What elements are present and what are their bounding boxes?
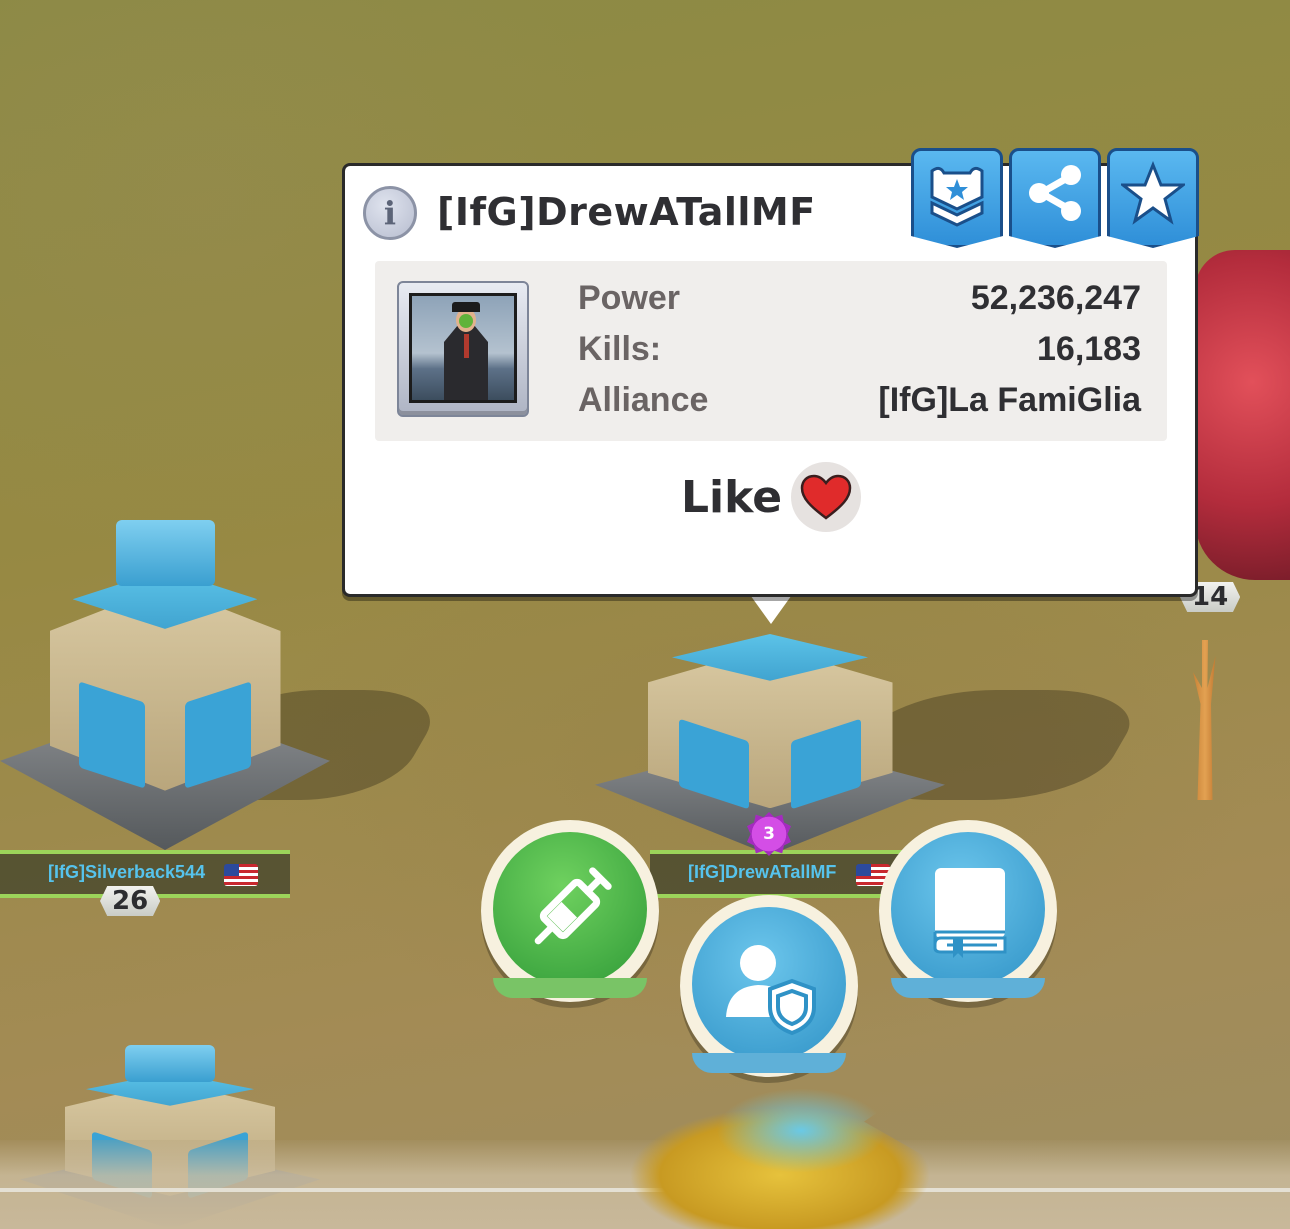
player-name-label: [IfG]Silverback544 <box>48 862 206 882</box>
nameplate-drewatallmf[interactable]: [IfG]DrewATallMF <box>650 850 910 898</box>
protect-player-button[interactable] <box>680 895 858 1077</box>
player-info-popup: i [IfG]DrewATallMF Power 52,236,247 Kill… <box>342 148 1199 597</box>
heart-icon <box>800 474 852 520</box>
monster-creature[interactable] <box>1195 250 1290 580</box>
stat-label-power: Power <box>578 279 681 317</box>
share-button[interactable] <box>1009 148 1101 248</box>
rank-button[interactable] <box>911 148 1003 248</box>
like-row: Like <box>345 462 1195 534</box>
star-icon <box>1121 161 1185 225</box>
stat-value-alliance: [IfG]La FamiGlia <box>878 381 1141 419</box>
stat-label-kills: Kills: <box>578 330 662 368</box>
player-stats-panel: Power 52,236,247 Kills: 16,183 Alliance … <box>375 261 1167 441</box>
popup-player-name: [IfG]DrewATallMF <box>437 190 816 234</box>
level-badge: 26 <box>100 886 161 916</box>
heal-button[interactable] <box>481 820 659 1002</box>
rank-insignia-icon <box>930 166 984 227</box>
stat-label-alliance: Alliance <box>578 381 709 419</box>
favorite-button[interactable] <box>1107 148 1199 248</box>
stat-value-power: 52,236,247 <box>970 279 1141 317</box>
player-shield-icon <box>726 945 816 1036</box>
book-icon <box>933 868 1007 958</box>
dead-tree <box>1193 640 1216 800</box>
stat-value-kills: 16,183 <box>1037 330 1141 368</box>
us-flag-icon <box>224 864 258 886</box>
syringe-icon <box>534 867 612 945</box>
like-label: Like <box>681 472 783 523</box>
base-silverback[interactable] <box>0 520 330 850</box>
player-avatar[interactable] <box>397 281 529 417</box>
info-book-button[interactable] <box>879 820 1057 1002</box>
player-name-label: [IfG]DrewATallMF <box>688 862 837 882</box>
like-button[interactable] <box>791 462 861 532</box>
info-icon[interactable]: i <box>363 186 417 240</box>
share-icon <box>1029 165 1081 221</box>
